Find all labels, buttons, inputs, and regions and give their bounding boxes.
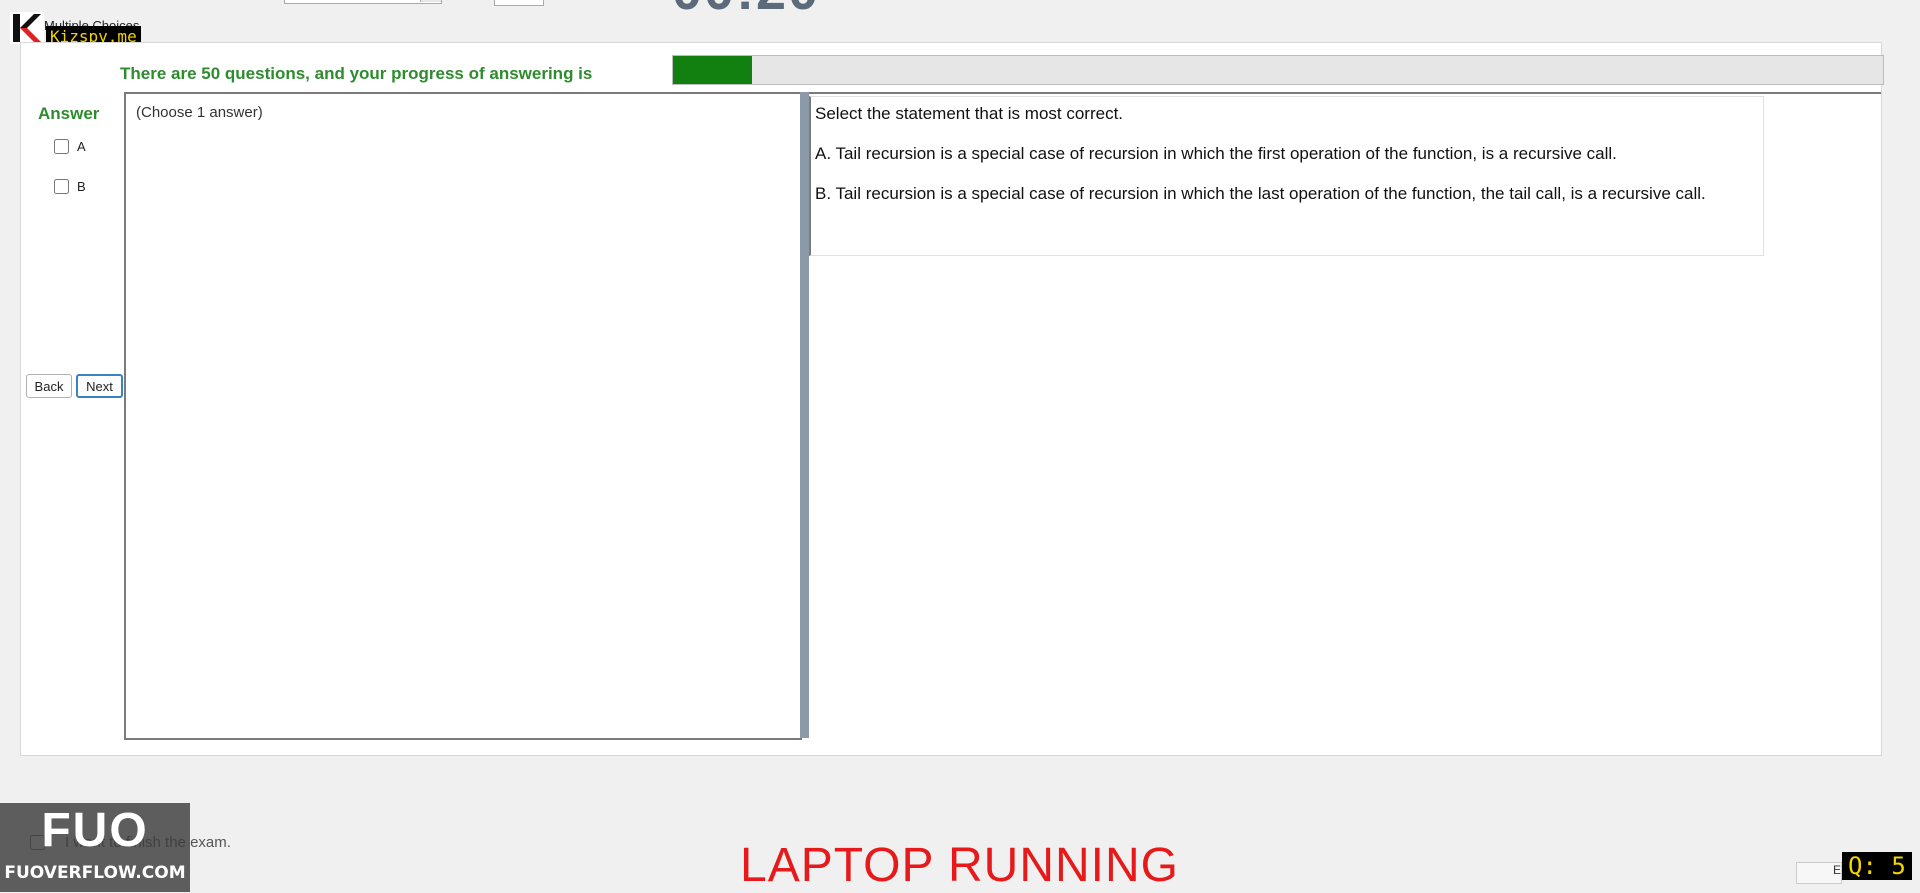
answer-option-b[interactable]: B <box>54 179 86 194</box>
answer-option-b-label: B <box>77 179 86 194</box>
fuo-logo-big: FUO <box>41 804 149 857</box>
fuo-logo-small: FUOVERFLOW.COM <box>4 863 186 883</box>
answer-checkbox-b[interactable] <box>54 179 69 194</box>
answer-pane: (Choose 1 answer) <box>124 92 802 740</box>
k-logo-icon <box>10 12 44 44</box>
top-combo-arrow[interactable] <box>420 0 441 2</box>
progress-bar-fill <box>673 56 752 84</box>
answer-checkbox-a[interactable] <box>54 139 69 154</box>
back-button[interactable]: Back <box>26 374 72 398</box>
answer-option-a[interactable]: A <box>54 139 86 154</box>
question-prompt: Select the statement that is most correc… <box>815 104 1124 123</box>
exam-timer: 00:20 <box>672 0 820 22</box>
status-text: LAPTOP RUNNING <box>740 839 1179 892</box>
answer-label: Answer <box>38 104 100 123</box>
top-combo-box[interactable] <box>284 0 442 4</box>
answer-option-a-label: A <box>77 139 86 154</box>
question-box: Select the statement that is most correc… <box>809 96 1764 256</box>
progress-bar <box>672 55 1884 85</box>
fuo-logo: FUO FUOVERFLOW.COM <box>0 803 190 892</box>
question-choice-a: A. Tail recursion is a special case of r… <box>815 144 1617 163</box>
choose-hint: (Choose 1 answer) <box>136 104 263 121</box>
top-small-box[interactable] <box>494 0 544 6</box>
question-choice-b: B. Tail recursion is a special case of r… <box>815 184 1706 203</box>
pane-splitter[interactable] <box>800 92 809 738</box>
progress-text: There are 50 questions, and your progres… <box>120 64 593 83</box>
question-pane: Select the statement that is most correc… <box>809 92 1881 738</box>
corner-box[interactable]: E <box>1796 862 1842 884</box>
question-badge: Q: 5 <box>1842 852 1912 880</box>
next-button[interactable]: Next <box>76 374 123 398</box>
